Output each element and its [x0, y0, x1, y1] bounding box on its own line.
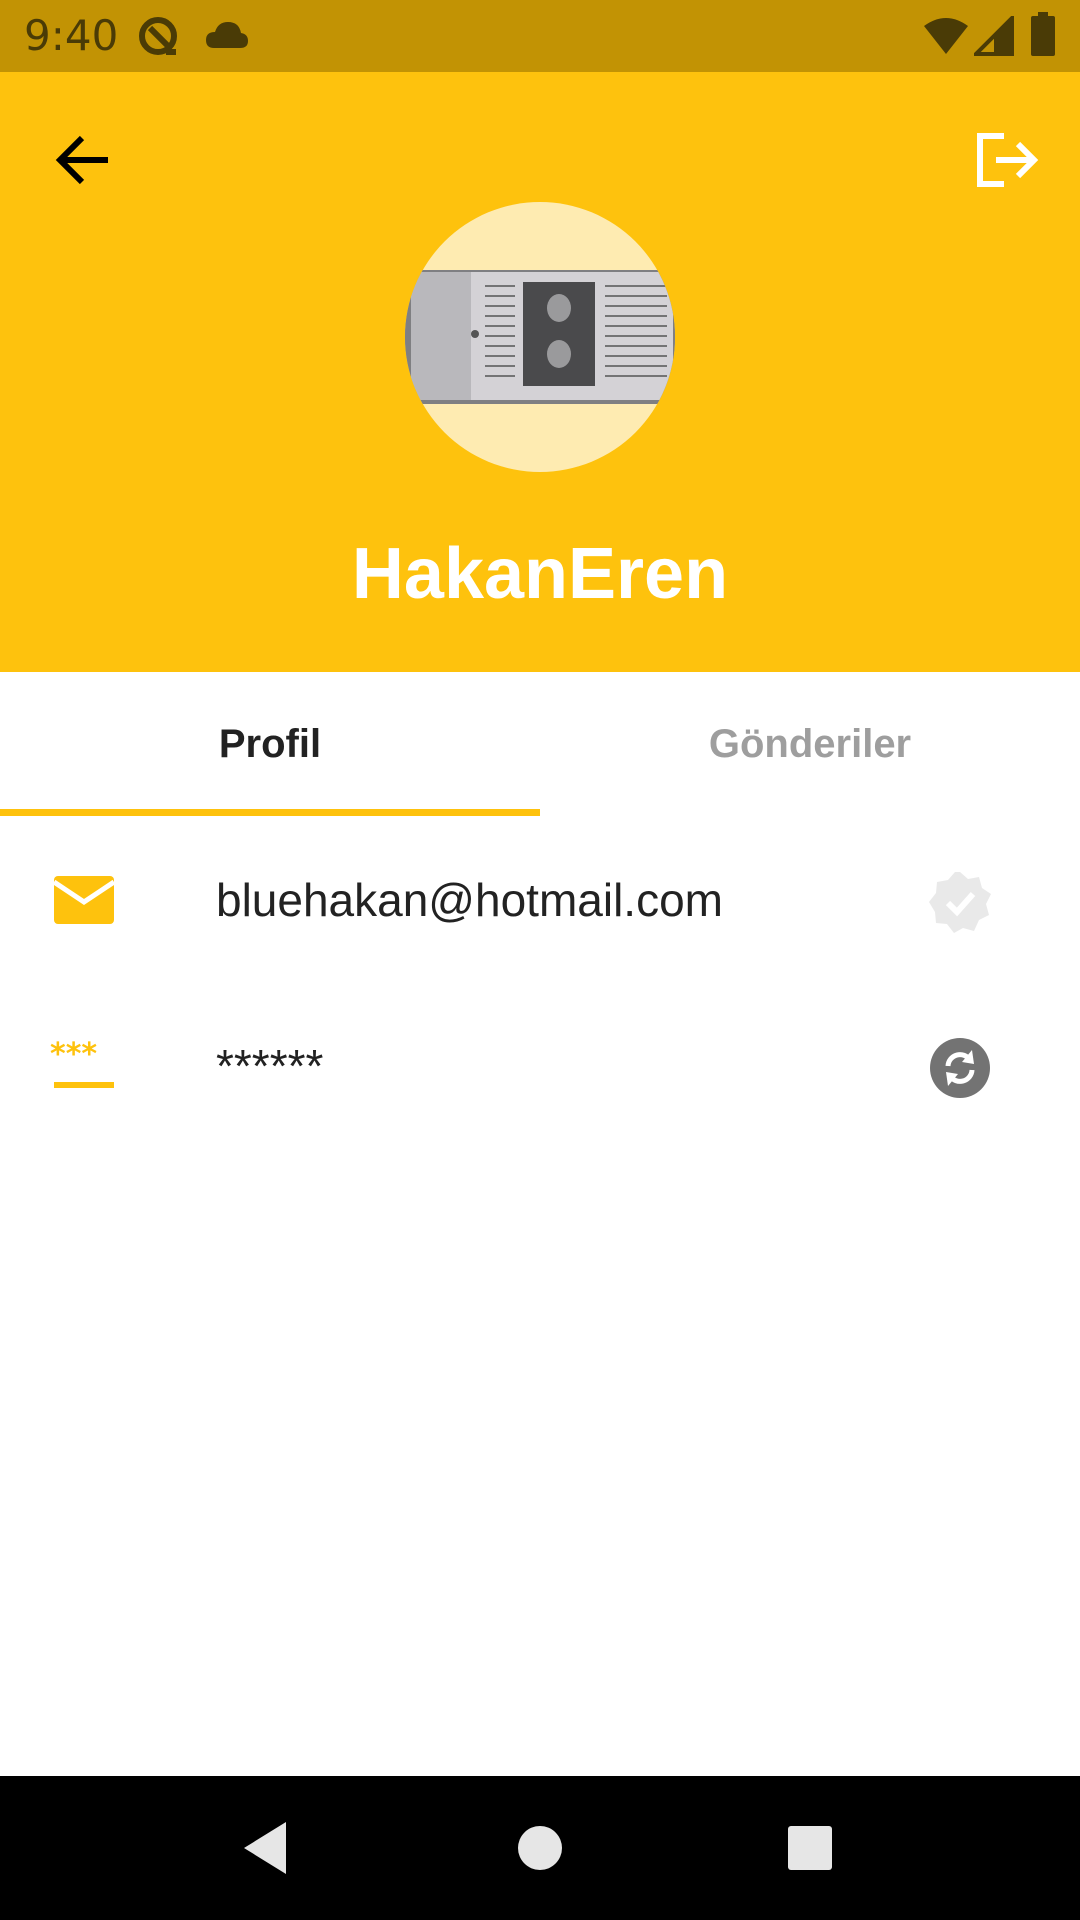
mail-icon: [48, 864, 120, 936]
email-row: bluehakan@hotmail.com: [0, 840, 1080, 960]
password-value: ******: [216, 1040, 324, 1092]
tab-bar: Profil Gönderiler: [0, 672, 1080, 816]
avatar-photo: [405, 270, 675, 404]
profile-header: HakanEren: [0, 72, 1080, 672]
tab-indicator: [0, 809, 540, 816]
cell-signal-icon: [974, 16, 1014, 56]
status-bar: 9:40: [0, 0, 1080, 72]
tab-profil[interactable]: Profil: [0, 672, 540, 816]
svg-text:***: ***: [50, 1037, 97, 1072]
status-time: 9:40: [24, 11, 119, 60]
profile-screen: 9:40 HakanEren Profil Gönderiler bluehak…: [0, 0, 1080, 1920]
avatar[interactable]: [405, 202, 675, 472]
data-saver-icon: [136, 14, 182, 60]
battery-icon: [1030, 12, 1056, 56]
email-value: bluehakan@hotmail.com: [216, 874, 723, 926]
user-name: HakanEren: [351, 534, 729, 614]
logout-icon: [968, 133, 1040, 200]
sync-icon: [928, 1038, 992, 1104]
cloud-icon: [204, 20, 250, 50]
arrow-back-icon: [48, 135, 120, 200]
logout-button[interactable]: [968, 124, 1040, 196]
change-password-button[interactable]: [928, 1036, 992, 1100]
home-circle-icon: [508, 1826, 572, 1884]
recents-square-icon: [778, 1826, 842, 1884]
nav-home-button[interactable]: [508, 1816, 572, 1880]
nav-back-button[interactable]: [236, 1816, 300, 1880]
back-button[interactable]: [48, 124, 120, 196]
verified-badge-icon: [928, 870, 992, 934]
system-nav-bar: [0, 1776, 1080, 1920]
wifi-icon: [922, 16, 970, 56]
password-row: *** ******: [0, 1006, 1080, 1126]
tab-gonderiler[interactable]: Gönderiler: [540, 672, 1080, 816]
password-icon: ***: [48, 1030, 120, 1102]
back-triangle-icon: [236, 1822, 300, 1884]
nav-recents-button[interactable]: [778, 1816, 842, 1880]
